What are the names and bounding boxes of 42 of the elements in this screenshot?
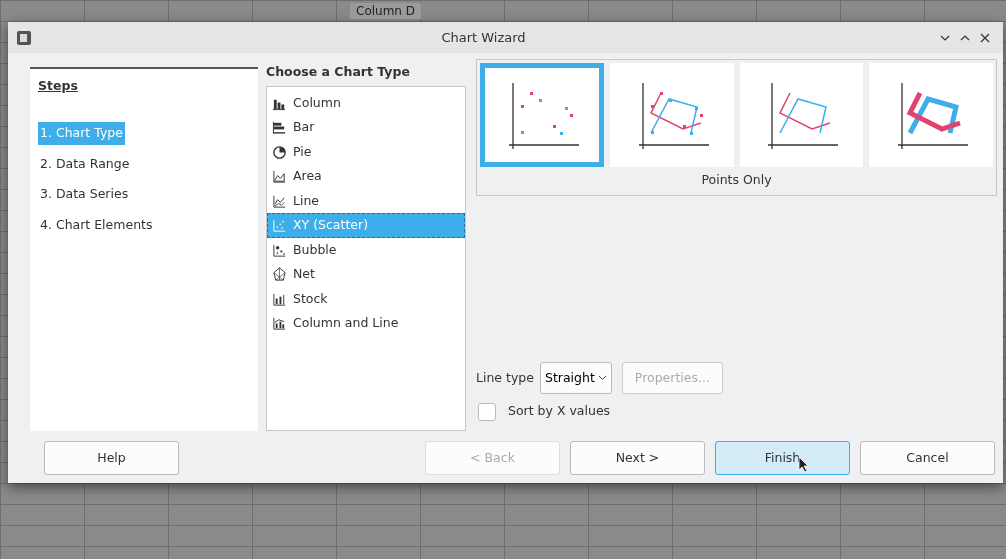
chevron-down-icon bbox=[597, 374, 607, 381]
list-item[interactable]: Line bbox=[267, 188, 465, 214]
bubble-chart-icon bbox=[272, 242, 287, 258]
list-item[interactable]: Bubble bbox=[267, 237, 465, 263]
area-chart-icon bbox=[272, 169, 287, 184]
dialog-button[interactable]: Cancel bbox=[860, 441, 995, 475]
dialog-button[interactable]: Finish bbox=[715, 441, 850, 475]
variant-caption: Points Only bbox=[700, 171, 773, 189]
sort-checkbox[interactable] bbox=[478, 402, 496, 421]
line-type-dropdown[interactable]: Straight bbox=[539, 361, 612, 395]
list-item[interactable]: Column bbox=[267, 90, 465, 116]
section-heading: Choose a Chart Type bbox=[266, 63, 411, 81]
step-link[interactable]: 3. Data Series bbox=[38, 183, 131, 206]
column-header: Column D bbox=[350, 3, 421, 19]
list-item[interactable]: Bar bbox=[267, 115, 465, 140]
pie-chart-icon bbox=[272, 144, 287, 160]
chart-variant-option[interactable] bbox=[480, 63, 604, 167]
window-title: Chart Wizard bbox=[440, 28, 527, 47]
bar-chart-icon bbox=[272, 120, 287, 135]
chart-variant-option[interactable] bbox=[609, 63, 734, 167]
close-icon bbox=[979, 31, 991, 44]
columnline-chart-icon bbox=[272, 316, 287, 331]
list-item[interactable]: Column and Line bbox=[267, 311, 465, 336]
chart-variant-option[interactable] bbox=[739, 63, 864, 167]
list-item[interactable]: Area bbox=[267, 164, 465, 189]
step-link[interactable]: 2. Data Range bbox=[38, 152, 132, 176]
line-type-label: Line type bbox=[476, 368, 534, 387]
sort-label: Sort by X values bbox=[508, 402, 611, 421]
mouse-pointer-icon bbox=[798, 456, 809, 473]
net-chart-icon bbox=[272, 267, 287, 282]
scatter-chart-icon bbox=[272, 218, 287, 233]
list-item[interactable]: Pie bbox=[267, 139, 465, 165]
steps-heading: Steps bbox=[38, 77, 78, 95]
step-link[interactable]: 4. Chart Elements bbox=[38, 214, 155, 237]
dialog-button[interactable]: Next > bbox=[570, 441, 705, 475]
list-item[interactable]: Net bbox=[267, 262, 465, 287]
app-icon bbox=[16, 29, 32, 46]
list-item[interactable]: Stock bbox=[267, 286, 465, 312]
dialog-button[interactable]: Help bbox=[44, 441, 179, 475]
stock-chart-icon bbox=[272, 291, 287, 307]
line-chart-icon bbox=[272, 193, 287, 209]
chart-variant-option[interactable] bbox=[869, 63, 993, 167]
